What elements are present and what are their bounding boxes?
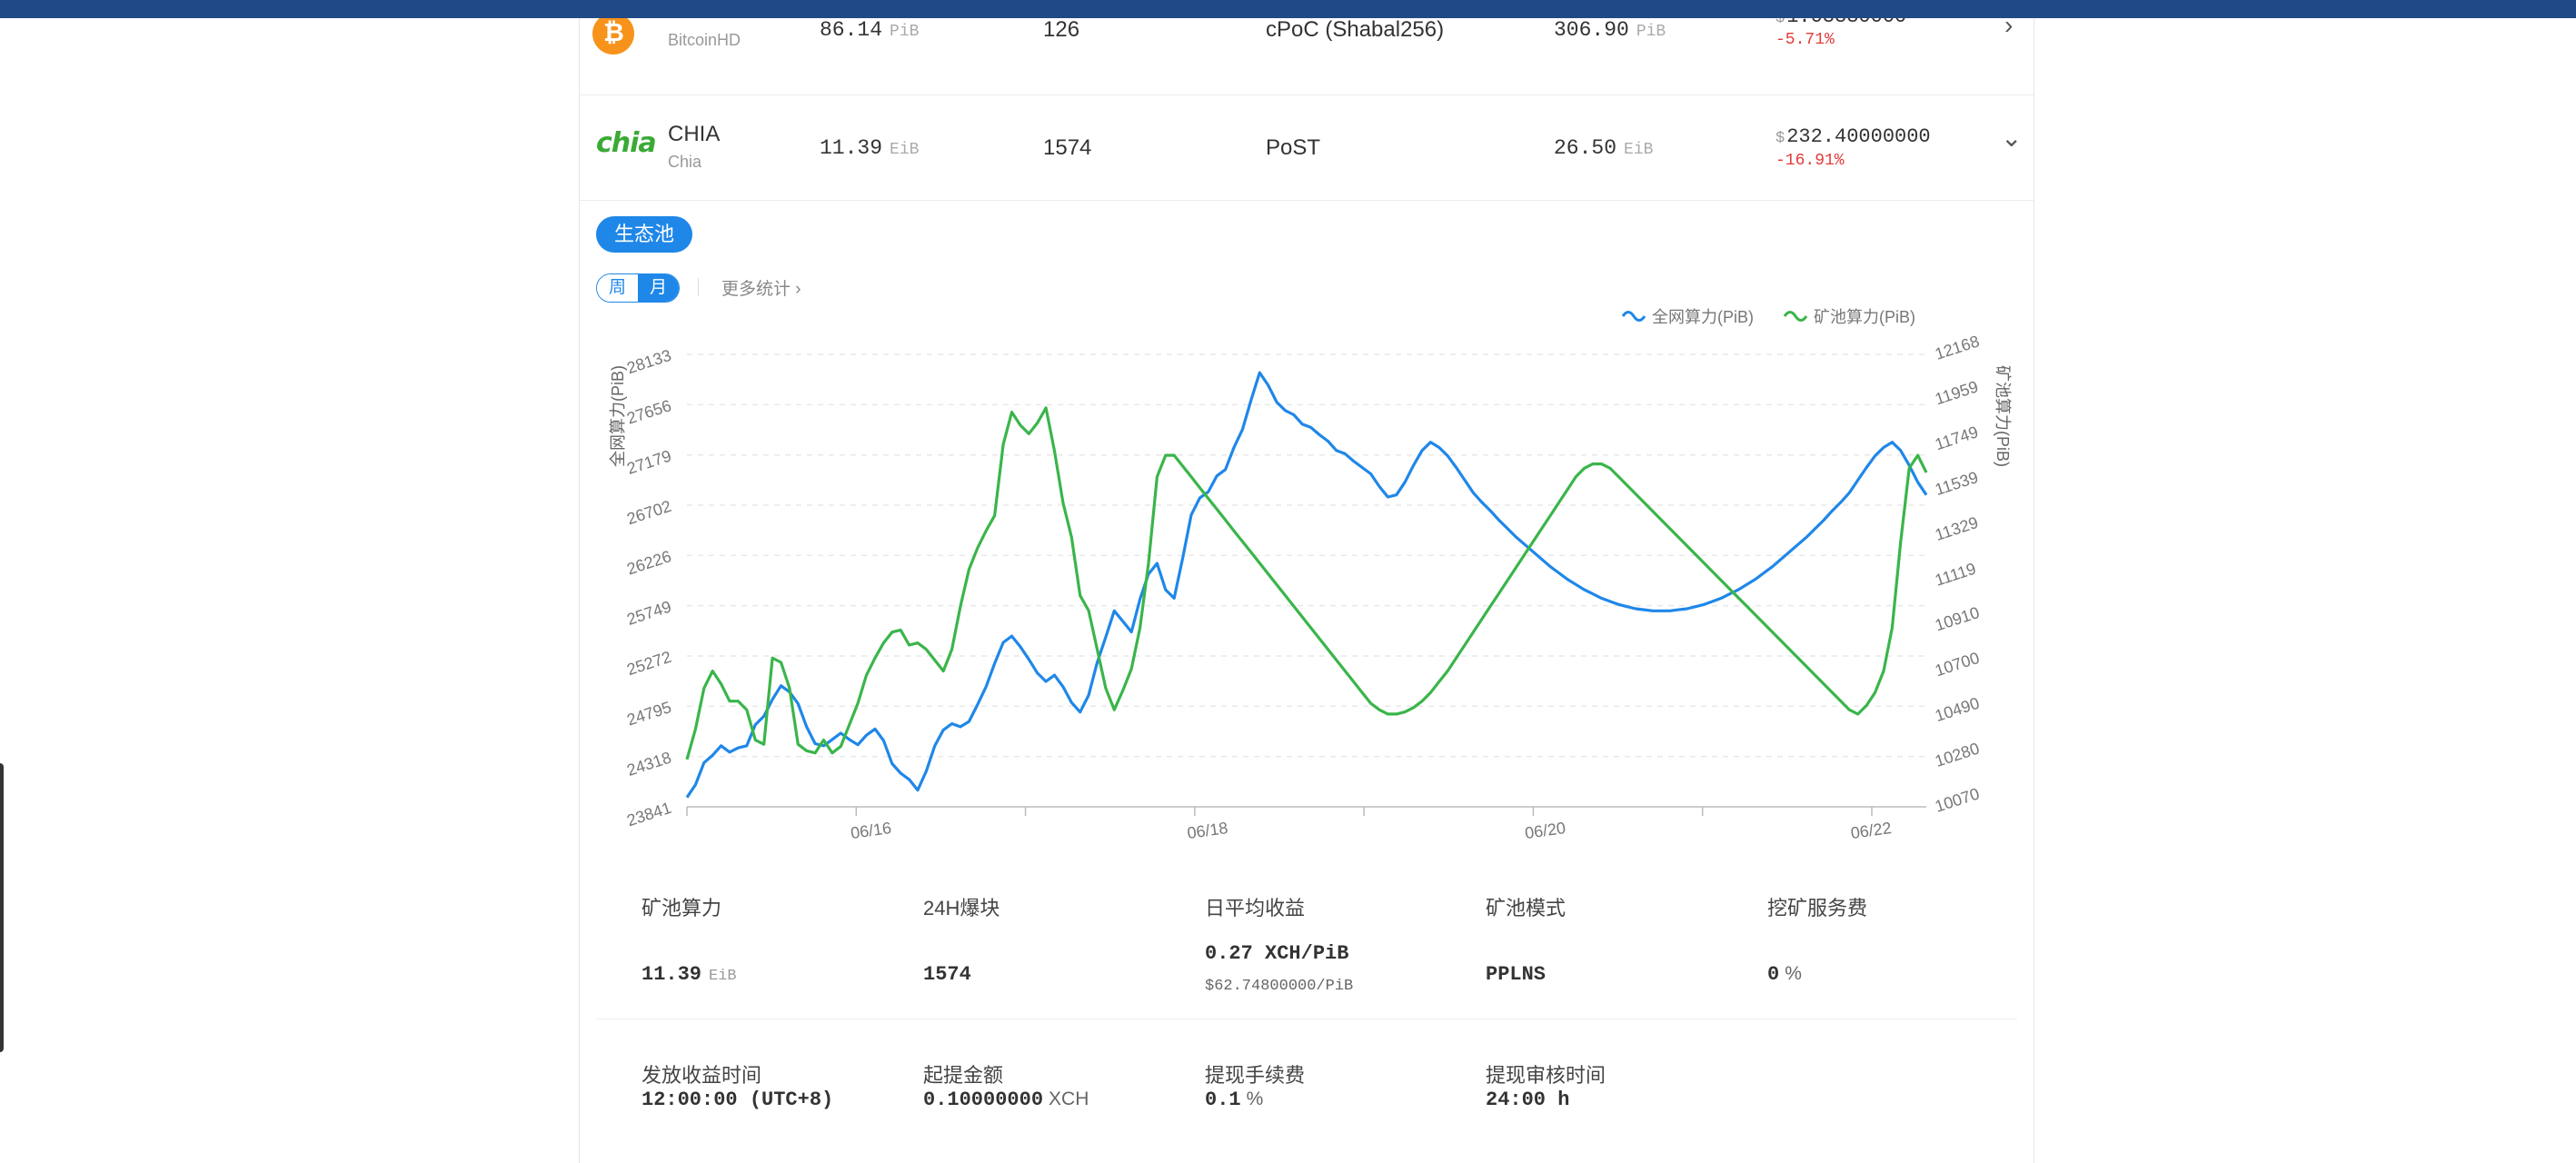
y-right-tick-label: 11329	[1933, 513, 1981, 544]
y-left-tick-label: 24795	[624, 698, 673, 729]
coin-name: CHIA	[668, 122, 721, 146]
coin-subname: BitcoinHD	[668, 31, 741, 49]
stat-label-24h-blocks: 24H爆块	[923, 897, 1000, 919]
pool-list-panel: ₿ BitcoinHD 86.14 PiB 126 cPoC (Shabal256…	[579, 18, 2034, 1163]
stat-value-min-withdraw: 0.10000000 XCH	[923, 1088, 1089, 1111]
y-left-tick-label: 26226	[624, 547, 673, 578]
y-right-tick-label: 11539	[1933, 468, 1981, 499]
coin-blocks: 1574	[1043, 135, 1092, 160]
coin-row-bitcoinhd[interactable]: ₿ BitcoinHD 86.14 PiB 126 cPoC (Shabal256…	[580, 18, 2034, 95]
y-right-tick-label: 12168	[1933, 332, 1982, 363]
y-left-tick-label: 26702	[624, 497, 673, 528]
coin-change: -16.91%	[1775, 152, 1845, 170]
hashrate-chart: 23841 24318 24795 25272 25749 26226 26702 27179…	[609, 308, 2012, 842]
y-left-axis-title: 全网算力(PiB)	[609, 365, 627, 467]
x-tick-label: 06/20	[1524, 819, 1566, 842]
coin-row-chia[interactable]: chia CHIA Chia 11.39 EiB 1574 PoST 26.50 E…	[580, 95, 2034, 201]
stat-value-review-time: 24:00 h	[1486, 1088, 1570, 1111]
stat-value-pool-mode: PPLNS	[1486, 963, 1547, 986]
stat-label-daily-income: 日平均收益	[1205, 897, 1306, 919]
chevron-right-icon[interactable]: ›	[2004, 18, 2013, 40]
chia-logo-icon: chia	[596, 127, 657, 159]
stat-value-withdraw-fee: 0.1%	[1205, 1088, 1264, 1111]
coin-network-hashrate: 26.50 EiB	[1554, 136, 1654, 160]
stat-label-pool-hashrate: 矿池算力	[642, 897, 722, 919]
chevron-down-icon[interactable]: ⌄	[2001, 123, 2022, 153]
x-tick-label: 06/22	[1849, 819, 1892, 842]
stat-label-review-time: 提现审核时间	[1486, 1064, 1606, 1087]
y-right-axis-title: 矿池算力(PiB)	[1994, 365, 2012, 467]
coin-subname: Chia	[668, 153, 702, 171]
y-left-tick-label: 27179	[624, 446, 673, 477]
bitcoinhd-logo-icon: ₿	[592, 18, 634, 55]
y-left-tick-label: 25749	[624, 597, 673, 628]
y-right-tick-label: 11749	[1933, 422, 1981, 453]
stat-label-pool-mode: 矿池模式	[1486, 897, 1566, 919]
coin-hashrate: 11.39 EiB	[820, 136, 920, 160]
stat-label-service-fee: 挖矿服务费	[1767, 897, 1868, 919]
y-right-tick-label: 10070	[1933, 784, 1982, 815]
stat-sub-daily-income: $62.74800000/PiB	[1205, 978, 1354, 995]
stat-value-24h-blocks: 1574	[923, 963, 971, 986]
y-right-tick-label: 10910	[1933, 603, 1982, 634]
legend-network-icon	[1621, 311, 1646, 322]
y-left-tick-label: 24318	[624, 748, 673, 779]
coin-hashrate: 86.14 PiB	[820, 18, 920, 42]
y-left-tick-label: 25272	[624, 648, 673, 679]
coin-price: $1.03330000	[1775, 18, 1906, 28]
coin-algorithm: PoST	[1266, 135, 1321, 160]
stat-label-payout-time: 发放收益时间	[642, 1064, 762, 1087]
legend-pool-icon	[1783, 311, 1808, 322]
coin-blocks: 126	[1043, 18, 1080, 42]
eco-pool-badge[interactable]: 生态池	[596, 216, 693, 253]
y-right-tick-label: 10700	[1933, 649, 1982, 680]
y-left-tick-label: 27656	[624, 396, 673, 427]
y-left-tick-label: 23841	[624, 799, 673, 830]
coin-price: $232.40000000	[1775, 125, 1931, 148]
stat-value-pool-hashrate: 11.39 EiB	[642, 963, 737, 986]
y-right-tick-label: 10490	[1933, 694, 1982, 725]
network-hashrate-line	[685, 371, 1928, 799]
coin-change: -5.71%	[1775, 31, 1835, 49]
stat-label-min-withdraw: 起提金额	[923, 1064, 1004, 1087]
x-tick-label: 06/16	[850, 819, 892, 842]
y-left-tick-label: 28133	[624, 346, 673, 377]
y-right-tick-label: 10280	[1933, 739, 1982, 770]
stat-value-payout-time: 12:00:00 (UTC+8)	[642, 1088, 834, 1111]
y-right-tick-label: 11959	[1933, 377, 1981, 408]
y-right-tick-label: 11119	[1933, 560, 1978, 590]
legend-network-label: 全网算力(PiB)	[1652, 308, 1754, 326]
coin-algorithm: cPoC (Shabal256)	[1266, 18, 1445, 42]
coin-network-hashrate: 306.90 PiB	[1554, 18, 1666, 42]
stat-label-withdraw-fee: 提现手续费	[1205, 1064, 1306, 1087]
stat-value-service-fee: 0%	[1767, 963, 1802, 986]
left-window-edge	[0, 763, 4, 1052]
x-tick-label: 06/18	[1186, 819, 1228, 842]
legend-pool-label: 矿池算力(PiB)	[1814, 308, 1915, 326]
top-navigation-bar	[0, 0, 2576, 18]
stat-value-daily-income: 0.27 XCH/PiB	[1205, 942, 1349, 965]
